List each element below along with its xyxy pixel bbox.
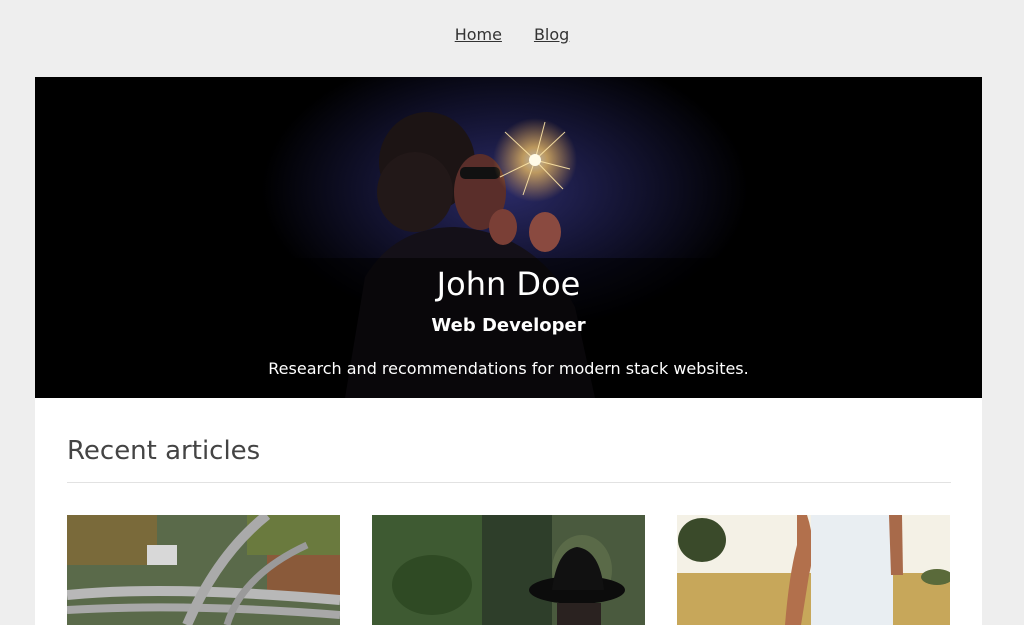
nav-link-blog[interactable]: Blog [534, 25, 569, 44]
section-title-recent-articles: Recent articles [67, 436, 261, 466]
article-card-2[interactable] [372, 515, 645, 625]
section-divider [67, 482, 951, 483]
article-image-black-hat-forest [372, 515, 645, 625]
hero-banner: John Doe Web Developer Research and reco… [35, 77, 982, 398]
hero-role: Web Developer [431, 315, 586, 336]
article-card-3[interactable] [677, 515, 950, 625]
article-image-wheat-field [677, 515, 950, 625]
hero-name: John Doe [436, 265, 581, 303]
hero-tagline: Research and recommendations for modern … [268, 359, 749, 378]
article-image-aerial-highway [67, 515, 340, 625]
top-nav: Home Blog [0, 0, 1024, 77]
main-content: Recent articles [35, 398, 982, 625]
nav-link-home[interactable]: Home [455, 25, 502, 44]
article-card-1[interactable] [67, 515, 340, 625]
